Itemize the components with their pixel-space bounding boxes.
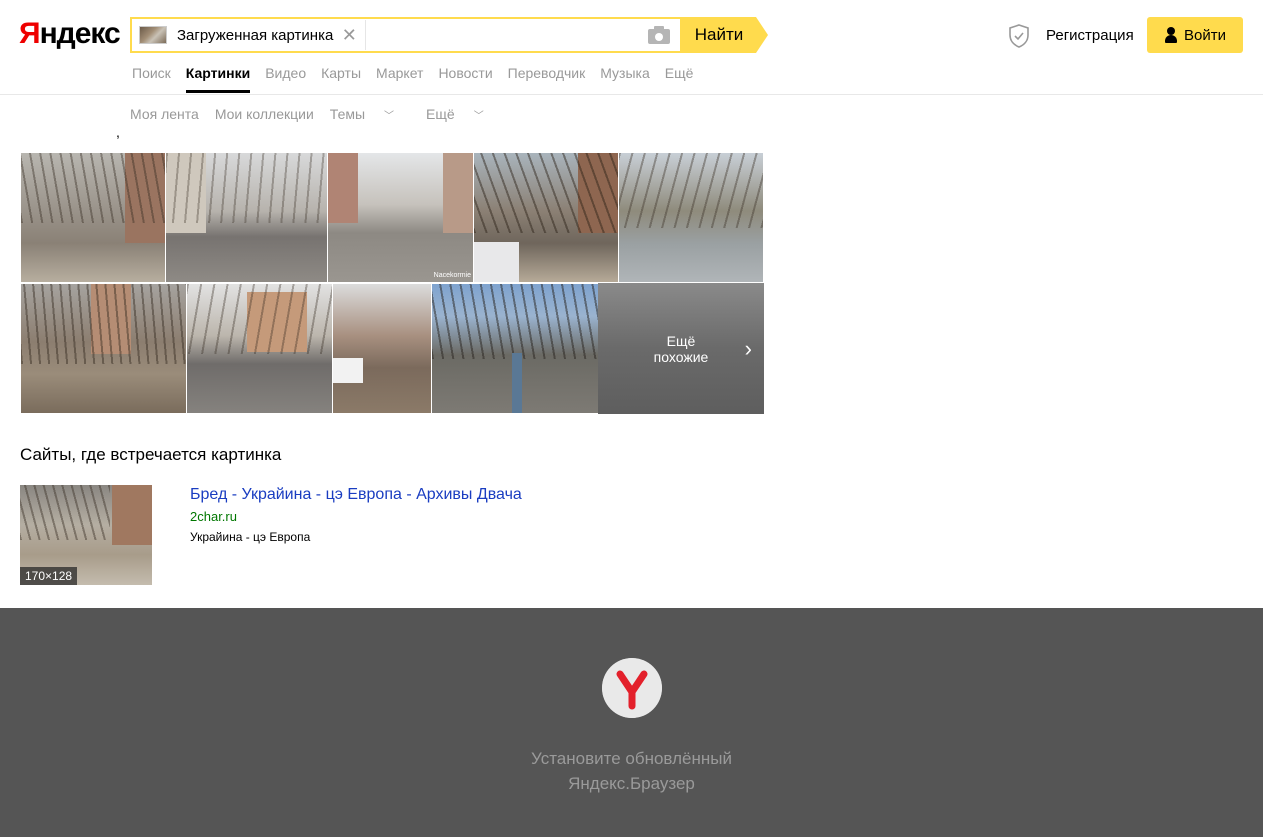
site-domain[interactable]: 2char.ru <box>190 509 237 524</box>
yandex-logo[interactable]: Яндекс <box>19 17 121 51</box>
uploaded-image-label: Загруженная картинка <box>177 26 334 44</box>
more-similar-line1: Ещё <box>666 332 696 349</box>
uploaded-image-chip[interactable]: Загруженная картинка ✕ <box>132 20 367 50</box>
similar-image[interactable] <box>186 283 333 414</box>
chevron-down-icon: ﹀ <box>473 111 484 122</box>
tab-news[interactable]: Новости <box>438 65 492 93</box>
similar-image[interactable] <box>20 152 166 283</box>
subnav-collections[interactable]: Мои коллекции <box>215 106 314 122</box>
tab-music[interactable]: Музыка <box>600 65 650 93</box>
browser-promo-text[interactable]: Установите обновлённый Яндекс.Браузер <box>0 746 1263 796</box>
tab-market[interactable]: Маркет <box>376 65 423 93</box>
promo-line2: Яндекс.Браузер <box>568 774 695 793</box>
shield-icon[interactable] <box>1008 24 1030 48</box>
site-title-link[interactable]: Бред - Украйина - цэ Европа - Архивы Два… <box>190 486 522 504</box>
tab-more[interactable]: Ещё <box>665 65 694 93</box>
watermark-label: Nacekormie <box>433 272 471 279</box>
browser-promo-footer <box>0 608 1263 837</box>
similar-image[interactable] <box>20 283 187 414</box>
login-button[interactable]: Войти <box>1147 17 1243 53</box>
stray-dot: , <box>116 124 120 140</box>
search-box[interactable]: Загруженная картинка ✕ <box>130 17 682 53</box>
images-subnav: Моя лента Мои коллекции Темы ﹀ Ещё ﹀ <box>130 106 516 122</box>
tab-images[interactable]: Картинки <box>185 65 251 93</box>
subnav-topics[interactable]: Темы ﹀ <box>330 106 410 122</box>
yandex-browser-icon[interactable] <box>602 658 662 718</box>
header-divider <box>0 94 1263 95</box>
register-link[interactable]: Регистрация <box>1046 27 1134 44</box>
subnav-feed[interactable]: Моя лента <box>130 106 199 122</box>
chevron-down-icon: ﹀ <box>384 111 395 122</box>
tab-maps[interactable]: Карты <box>321 65 361 93</box>
promo-line1: Установите обновлённый <box>531 749 732 768</box>
similar-image[interactable] <box>165 152 328 283</box>
similar-image[interactable] <box>618 152 764 283</box>
subnav-more[interactable]: Ещё ﹀ <box>426 106 500 122</box>
tab-translate[interactable]: Переводчик <box>508 65 586 93</box>
user-icon <box>1164 27 1178 43</box>
similar-image[interactable] <box>473 152 619 283</box>
similar-images-grid: Nacekormie Ещё похожие › <box>20 152 764 414</box>
find-button-arrow <box>756 17 768 53</box>
similar-image[interactable]: Nacekormie <box>327 152 474 283</box>
chevron-right-icon: › <box>744 335 752 361</box>
similar-image[interactable] <box>431 283 599 414</box>
close-icon[interactable]: ✕ <box>341 26 357 44</box>
tab-video[interactable]: Видео <box>265 65 306 93</box>
camera-icon[interactable] <box>646 25 672 45</box>
login-button-label: Войти <box>1184 26 1226 44</box>
site-thumbnail[interactable]: 170×128 <box>20 485 152 585</box>
more-similar-line2: похожие <box>653 348 709 365</box>
similar-image[interactable] <box>332 283 432 414</box>
tab-search[interactable]: Поиск <box>132 65 171 93</box>
uploaded-image-thumbnail <box>139 26 167 44</box>
more-similar-button[interactable]: Ещё похожие › <box>598 283 764 414</box>
site-description: Украйина - цэ Европа <box>190 530 311 544</box>
find-button[interactable]: Найти <box>682 17 756 53</box>
services-nav: Поиск Картинки Видео Карты Маркет Новост… <box>132 65 708 93</box>
thumbnail-size-badge: 170×128 <box>20 567 78 585</box>
sites-section-title: Сайты, где встречается картинка <box>20 445 282 464</box>
